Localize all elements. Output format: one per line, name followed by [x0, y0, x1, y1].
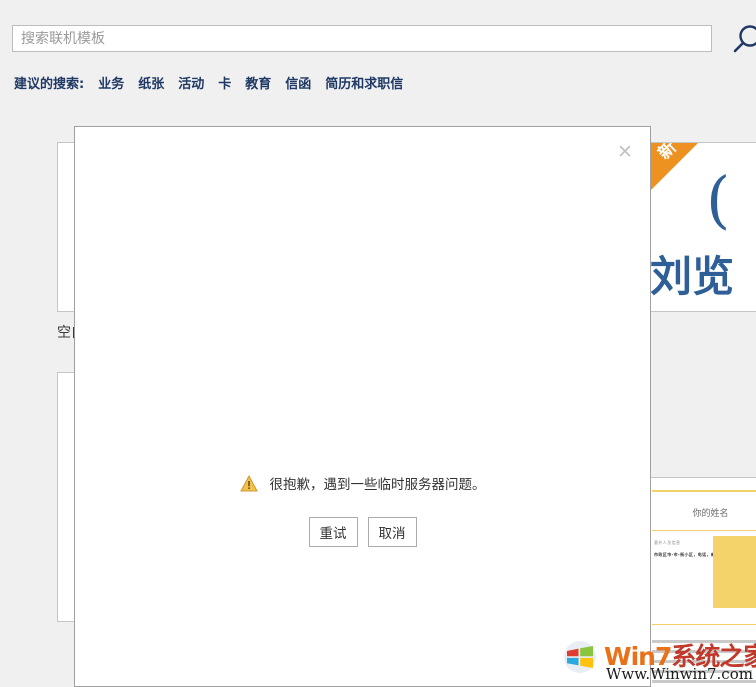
- suggested-link-card[interactable]: 卡: [218, 73, 231, 92]
- suggested-link-letter[interactable]: 信函: [285, 73, 311, 92]
- resume-divider-low: [652, 624, 756, 625]
- resume-body-line: [652, 660, 756, 663]
- cancel-button[interactable]: 取消: [367, 517, 417, 547]
- resume-body-line: [652, 670, 752, 673]
- template-card-resume[interactable]: 你的姓名 意外人员信息 市政区市-市-街小区，电话，邮件地址: [645, 477, 756, 687]
- welcome-decorative-mark: (: [706, 163, 731, 236]
- suggested-link-event[interactable]: 活动: [178, 73, 204, 92]
- close-icon[interactable]: ✕: [612, 139, 638, 165]
- resume-body-line: [652, 680, 756, 683]
- suggested-link-education[interactable]: 教育: [245, 73, 271, 92]
- dialog-message-text: 很抱歉，遇到一些临时服务器问题。: [269, 477, 486, 493]
- suggested-link-business[interactable]: 业务: [98, 73, 124, 92]
- search-icon[interactable]: [730, 23, 756, 57]
- welcome-headline: 刘览: [650, 252, 735, 301]
- warning-triangle-icon: [239, 474, 258, 491]
- resume-body-line: [652, 640, 756, 643]
- suggested-link-paper[interactable]: 纸张: [138, 73, 164, 92]
- template-card-welcome-word[interactable]: 新 ( 刘览: [645, 142, 756, 312]
- resume-accent-block: [713, 536, 756, 608]
- resume-divider-top: [652, 490, 756, 492]
- gallery-row-gap: [645, 322, 756, 362]
- suggested-link-resume-cover-letter[interactable]: 简历和求职信: [325, 73, 403, 92]
- search-input[interactable]: [12, 25, 712, 52]
- resume-body-line: [652, 650, 756, 653]
- resume-subtitle-one: 意外人员信息: [654, 540, 681, 545]
- resume-name-text: 你的姓名: [692, 509, 729, 519]
- error-dialog: ✕ 很抱歉，遇到一些临时服务器问题。 重试 取消: [74, 126, 651, 687]
- resume-divider-mid: [652, 530, 756, 531]
- retry-button[interactable]: 重试: [308, 517, 358, 547]
- search-header: [0, 0, 756, 66]
- search-box-row: [12, 25, 756, 54]
- suggested-searches-label: 建议的搜索:: [14, 76, 85, 92]
- dialog-message-row: 很抱歉，遇到一些临时服务器问题。: [75, 473, 650, 493]
- dialog-button-row: 重试 取消: [75, 517, 650, 547]
- suggested-searches: 建议的搜索: 业务 纸张 活动 卡 教育 信函 简历和求职信: [14, 72, 403, 92]
